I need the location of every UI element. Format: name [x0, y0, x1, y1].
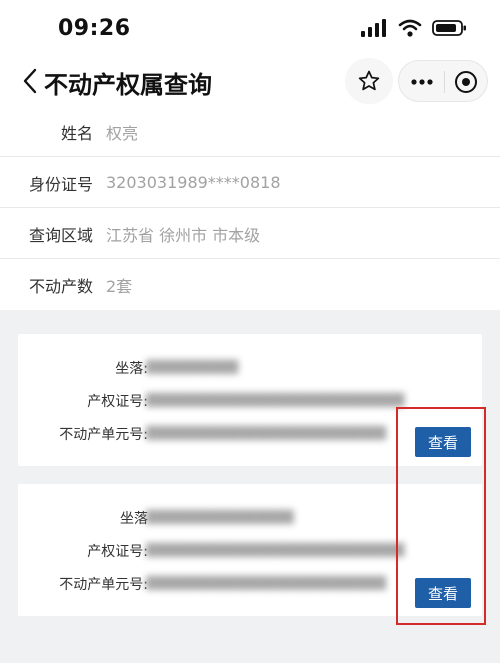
page-title: 不动产权属查询 [44, 71, 212, 99]
info-label: 不动产数 [28, 276, 93, 296]
info-label: 身份证号 [28, 174, 93, 194]
unit-number-value: ██████████████████████████ [146, 576, 386, 590]
location-value: ██████████ [146, 360, 239, 374]
certificate-label: 产权证号: [87, 394, 148, 410]
info-row-region: 查询区域 江苏省 徐州市 市本级 [0, 208, 500, 259]
info-row-id-number: 身份证号 3203031989****0818 [0, 157, 500, 208]
unit-number-label: 不动产单元号: [59, 427, 148, 443]
star-icon [358, 70, 380, 91]
view-button[interactable]: 查看 [415, 578, 471, 608]
unit-number-value: ██████████████████████████ [146, 426, 386, 440]
info-label: 姓名 [60, 123, 93, 143]
miniprogram-capsule [398, 60, 488, 102]
owner-info-list: 姓名 权亮 身份证号 3203031989****0818 查询区域 江苏省 徐… [0, 106, 500, 310]
location-label: 坐落 [120, 511, 148, 527]
favorite-button[interactable] [345, 58, 393, 104]
battery-icon [432, 20, 466, 36]
certificate-value: ████████████████████████████ [146, 393, 405, 407]
property-card: 坐落 ████████████████ 产权证号: ██████████████… [18, 484, 482, 616]
target-icon[interactable] [451, 68, 481, 96]
property-card: 坐落: ██████████ 产权证号: ███████████████████… [18, 334, 482, 466]
location-value: ████████████████ [146, 510, 294, 524]
unit-number-label: 不动产单元号: [59, 577, 148, 593]
signal-icon [361, 19, 386, 37]
info-value: 3203031989****0818 [106, 173, 281, 192]
info-value: 江苏省 徐州市 市本级 [106, 225, 261, 245]
location-label: 坐落: [115, 361, 148, 377]
status-icons [360, 18, 468, 38]
certificate-value: ████████████████████████████ [146, 543, 405, 557]
back-icon[interactable] [20, 66, 40, 96]
wifi-icon [398, 19, 422, 37]
view-button[interactable]: 查看 [415, 427, 471, 457]
status-time: 09:26 [58, 16, 131, 41]
certificate-label: 产权证号: [87, 544, 148, 560]
info-value: 2套 [106, 276, 133, 296]
nav-bar: 不动产权属查询 [0, 56, 500, 106]
info-label: 查询区域 [28, 225, 93, 245]
info-value: 权亮 [106, 123, 139, 143]
info-row-name: 姓名 权亮 [0, 106, 500, 157]
status-bar: 09:26 [0, 0, 500, 56]
info-row-property-count: 不动产数 2套 [0, 259, 500, 310]
more-icon[interactable] [407, 68, 437, 96]
capsule-divider [444, 71, 445, 93]
